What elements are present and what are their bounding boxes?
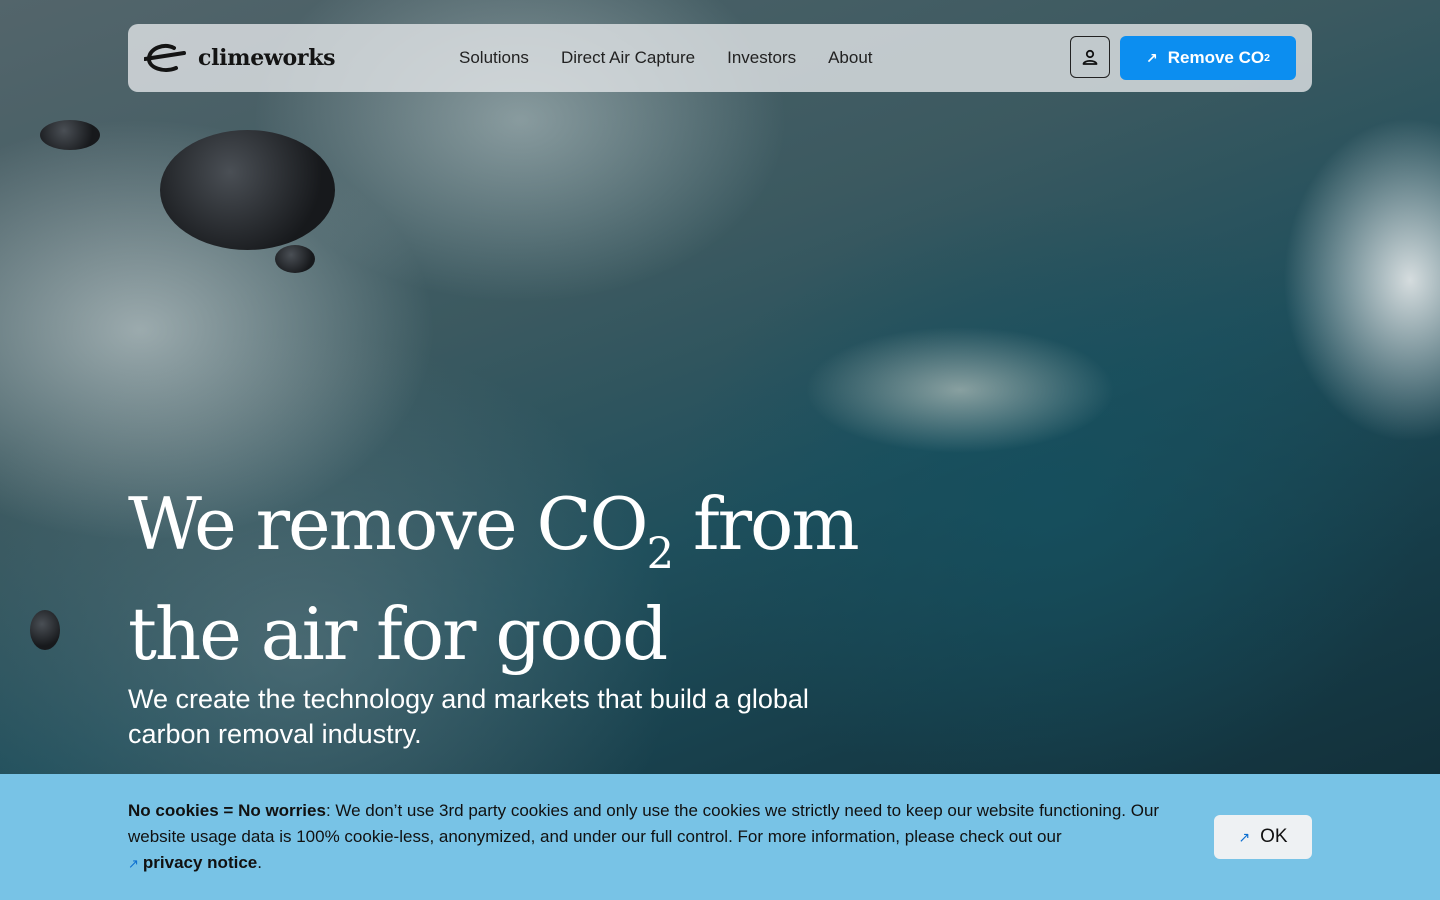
remove-co2-button[interactable]: ↗ Remove CO 2: [1120, 36, 1296, 80]
climeworks-logo[interactable]: climeworks: [144, 42, 336, 74]
nav-link-investors[interactable]: Investors: [727, 46, 796, 70]
cookie-bold-lead: No cookies = No worries: [128, 801, 326, 820]
arrow-up-right-icon: ↗: [1238, 828, 1251, 845]
nav-link-solutions[interactable]: Solutions: [459, 46, 529, 70]
hero-headline: We remove CO2 from the air for good: [128, 484, 888, 674]
headline-part1: We remove CO: [128, 482, 649, 566]
account-button[interactable]: [1070, 36, 1110, 78]
cookie-text: No cookies = No worries: We don’t use 3r…: [128, 798, 1188, 877]
climeworks-logo-icon: [144, 44, 186, 72]
rock: [30, 610, 60, 650]
rock: [160, 130, 335, 250]
privacy-notice-link[interactable]: ↗ privacy notice: [128, 853, 257, 872]
nav-link-about[interactable]: About: [828, 46, 872, 70]
cta-subscript: 2: [1264, 52, 1270, 64]
rock: [275, 245, 315, 273]
hero-subheadline: We create the technology and markets tha…: [128, 684, 809, 749]
user-icon: [1082, 49, 1098, 65]
headline-subscript: 2: [646, 529, 675, 580]
hero-background: [0, 0, 1440, 900]
arrow-up-right-icon: ↗: [1146, 49, 1158, 66]
top-navigation: climeworks Solutions Direct Air Capture …: [128, 24, 1312, 92]
arrow-up-right-icon: ↗: [128, 856, 139, 871]
rock: [40, 120, 100, 150]
nav-links: Solutions Direct Air Capture Investors A…: [459, 46, 905, 70]
logo-text: climeworks: [198, 45, 336, 71]
cookie-trailing: .: [257, 853, 262, 872]
nav-link-direct-air-capture[interactable]: Direct Air Capture: [561, 46, 695, 70]
cookie-banner: No cookies = No worries: We don’t use 3r…: [0, 774, 1440, 900]
headline-line2: the air for good: [128, 592, 668, 677]
cta-label: Remove CO: [1167, 48, 1265, 67]
ok-label: OK: [1260, 826, 1288, 847]
headline-part2: from: [672, 482, 860, 566]
ok-button[interactable]: ↗ OK: [1214, 815, 1312, 859]
privacy-link-label: privacy notice: [142, 853, 258, 872]
